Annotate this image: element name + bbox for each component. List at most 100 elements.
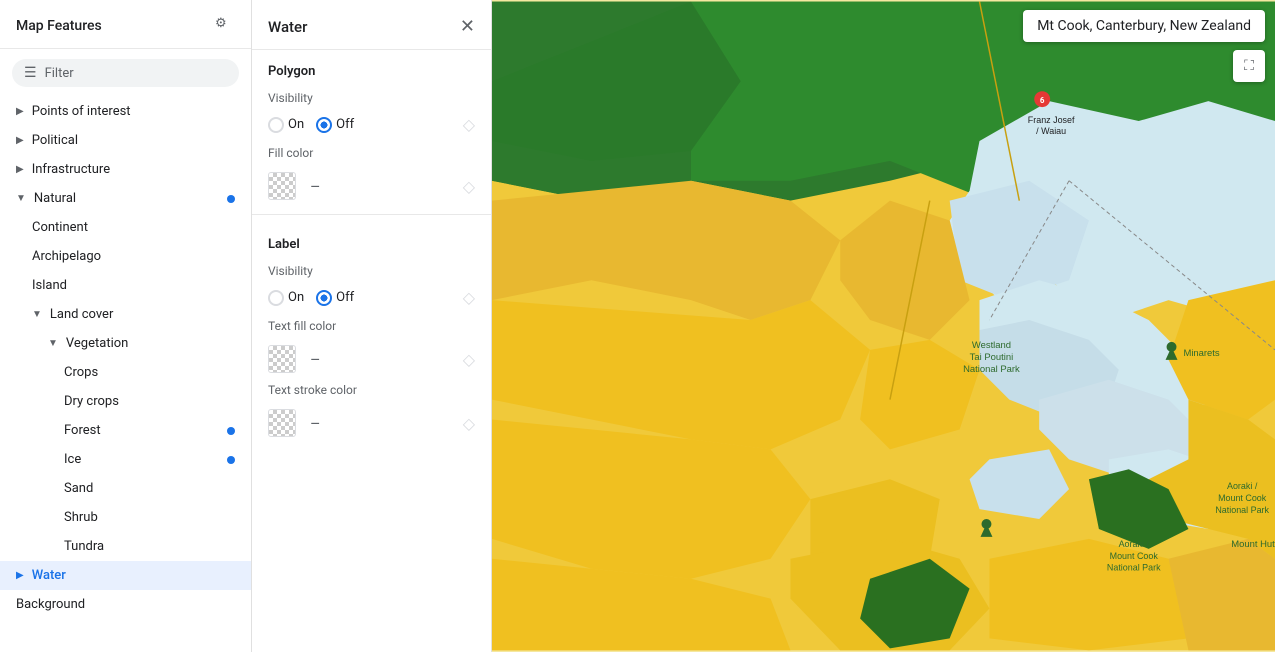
polygon-visibility-row: On Off ◇: [252, 111, 491, 142]
search-bar[interactable]: Mt Cook, Canterbury, New Zealand: [1023, 10, 1265, 42]
text-stroke-color-value: –: [306, 414, 453, 433]
text-stroke-color-row: – ◇: [252, 403, 491, 443]
chevron-down-icon: ▼: [32, 309, 42, 320]
label-visibility-label: Visibility: [252, 260, 491, 284]
map-pin-number: 6: [1040, 96, 1045, 105]
sidebar-item-forest[interactable]: Forest: [0, 416, 251, 445]
filter-bar[interactable]: ☰ Filter: [12, 59, 239, 87]
diamond-icon[interactable]: ◇: [463, 350, 475, 369]
sidebar-item-island[interactable]: Island: [0, 271, 251, 300]
sidebar-item-crops[interactable]: Crops: [0, 358, 251, 387]
park-label-westland3: National Park: [963, 364, 1020, 375]
text-stroke-color-label: Text stroke color: [252, 379, 491, 403]
polygon-visibility-label: Visibility: [252, 87, 491, 111]
sidebar-item-ice[interactable]: Ice: [0, 445, 251, 474]
fill-color-value: –: [306, 177, 453, 196]
polygon-visibility-on[interactable]: On: [268, 117, 304, 133]
sidebar-item-tundra[interactable]: Tundra: [0, 532, 251, 561]
chevron-right-icon: ▶: [16, 135, 24, 146]
sidebar-item-label: Continent: [32, 220, 88, 235]
sidebar-item-continent[interactable]: Continent: [0, 213, 251, 242]
sidebar-item-sand[interactable]: Sand: [0, 474, 251, 503]
panel-title: Map Features: [16, 18, 102, 34]
active-dot: [227, 456, 235, 464]
close-icon[interactable]: ✕: [460, 16, 475, 37]
fill-color-label: Fill color: [252, 142, 491, 166]
label-visibility-off[interactable]: Off: [316, 290, 354, 306]
chevron-right-icon: ▶: [16, 570, 24, 581]
chevron-right-icon: ▶: [16, 164, 24, 175]
fullscreen-button[interactable]: ⛶: [1233, 50, 1265, 82]
radio-on-circle: [268, 290, 284, 306]
text-fill-color-swatch[interactable]: [268, 345, 296, 373]
label-minarets: Minarets: [1183, 348, 1219, 359]
fill-color-swatch[interactable]: [268, 172, 296, 200]
diamond-icon[interactable]: ◇: [463, 177, 475, 196]
nav-list: ▶ Points of interest ▶ Political ▶ Infra…: [0, 97, 251, 619]
polygon-visibility-off[interactable]: Off: [316, 117, 354, 133]
sidebar-item-label: Shrub: [64, 510, 98, 525]
sidebar-item-label: Island: [32, 278, 67, 293]
sidebar-item-label: Sand: [64, 481, 93, 496]
sidebar-item-land-cover[interactable]: ▼ Land cover: [0, 300, 251, 329]
label-aoraki1-3: National Park: [1215, 505, 1269, 515]
sidebar-item-vegetation[interactable]: ▼ Vegetation: [0, 329, 251, 358]
left-panel: Map Features ⚙ ☰ Filter ▶ Points of inte…: [0, 0, 252, 652]
sidebar-item-label: Vegetation: [66, 336, 128, 351]
diamond-icon[interactable]: ◇: [463, 115, 475, 134]
sidebar-item-shrub[interactable]: Shrub: [0, 503, 251, 532]
sidebar-item-label: Ice: [64, 452, 81, 467]
sidebar-item-background[interactable]: Background: [0, 590, 251, 619]
radio-on-label: On: [288, 117, 304, 132]
radio-off-label: Off: [336, 117, 354, 132]
label-section-title: Label: [252, 223, 491, 260]
sidebar-item-archipelago[interactable]: Archipelago: [0, 242, 251, 271]
label-visibility-on[interactable]: On: [268, 290, 304, 306]
sidebar-item-label: Water: [32, 568, 66, 583]
chevron-down-icon: ▼: [16, 193, 26, 204]
sidebar-item-infrastructure[interactable]: ▶ Infrastructure: [0, 155, 251, 184]
sidebar-item-label: Tundra: [64, 539, 104, 554]
label-visibility-row: On Off ◇: [252, 284, 491, 315]
text-fill-color-row: – ◇: [252, 339, 491, 379]
radio-on-circle: [268, 117, 284, 133]
sidebar-item-label: Natural: [34, 191, 76, 206]
sidebar-item-label: Forest: [64, 423, 101, 438]
radio-on-label: On: [288, 290, 304, 305]
mid-panel-title: Water: [268, 18, 307, 36]
label-aoraki2-2: Mount Cook: [1110, 551, 1159, 561]
chevron-right-icon: ▶: [16, 106, 24, 117]
sidebar-item-dry-crops[interactable]: Dry crops: [0, 387, 251, 416]
search-text: Mt Cook, Canterbury, New Zealand: [1037, 18, 1251, 34]
sidebar-item-label: Crops: [64, 365, 98, 380]
mid-panel-header: Water ✕: [252, 0, 491, 50]
sidebar-item-label: Points of interest: [32, 104, 131, 119]
park-label-westland2: Tai Poutini: [970, 352, 1014, 363]
diamond-icon[interactable]: ◇: [463, 288, 475, 307]
radio-off-circle: [316, 117, 332, 133]
label-aoraki2-1: Aoraki /: [1119, 539, 1150, 549]
text-stroke-color-swatch[interactable]: [268, 409, 296, 437]
active-dot: [227, 427, 235, 435]
text-fill-color-value: –: [306, 350, 453, 369]
text-fill-color-label: Text fill color: [252, 315, 491, 339]
sidebar-item-label: Archipelago: [32, 249, 101, 264]
sidebar-item-political[interactable]: ▶ Political: [0, 126, 251, 155]
sidebar-item-water[interactable]: ▶ Water: [0, 561, 251, 590]
gear-icon[interactable]: ⚙: [215, 16, 235, 36]
filter-label: Filter: [45, 66, 74, 81]
diamond-icon[interactable]: ◇: [463, 414, 475, 433]
sidebar-item-natural[interactable]: ▼ Natural: [0, 184, 251, 213]
radio-off-label: Off: [336, 290, 354, 305]
label-aoraki1-2: Mount Cook: [1218, 493, 1267, 503]
radio-off-circle: [316, 290, 332, 306]
sidebar-item-label: Political: [32, 133, 78, 148]
sidebar-item-label: Dry crops: [64, 394, 119, 409]
label-mount-hutton: Mount Hutton: [1231, 539, 1275, 550]
panel-header: Map Features ⚙: [0, 0, 251, 49]
label-aoraki2-3: National Park: [1107, 563, 1161, 573]
section-divider: [252, 214, 491, 215]
label-visibility-group: On Off: [268, 290, 457, 306]
sidebar-item-points-of-interest[interactable]: ▶ Points of interest: [0, 97, 251, 126]
park-label-westland: Westland: [972, 340, 1011, 351]
